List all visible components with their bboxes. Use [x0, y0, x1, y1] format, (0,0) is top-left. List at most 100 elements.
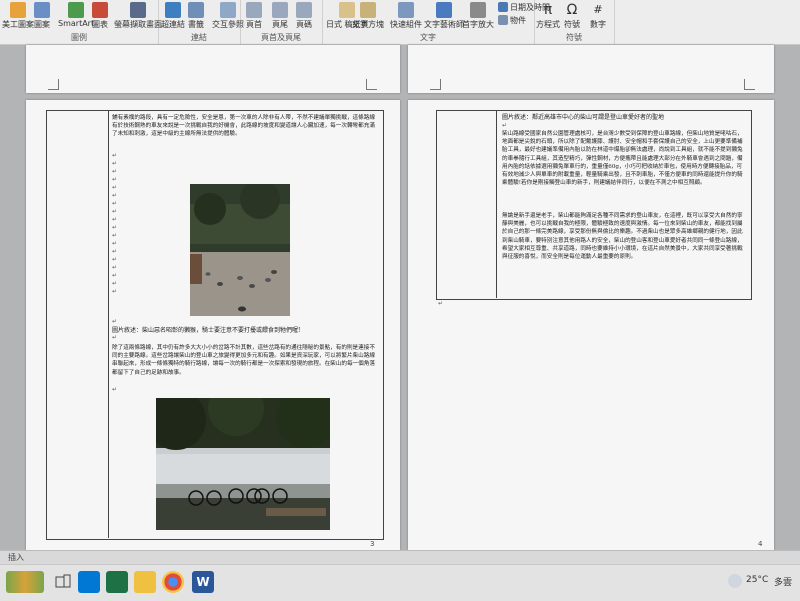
hyperlink-button[interactable]: 超連結	[161, 2, 185, 30]
symbol-label: 符號	[564, 20, 580, 29]
bookmark-icon	[188, 2, 204, 18]
equation-label: 方程式	[536, 20, 560, 29]
quick-parts-icon	[398, 2, 414, 18]
margin-mark	[48, 79, 59, 90]
group-label-illustrations: 圖例	[71, 33, 87, 42]
page-number-button[interactable]: 頁碼	[296, 2, 312, 30]
pi-icon: π	[543, 2, 553, 18]
ribbon-group-header-footer: 頁首 頁尾 頁碼 頁首及頁尾	[240, 0, 323, 44]
ribbon-group-links: 超連結 書籤 交互參照 連結	[158, 0, 244, 44]
chart-icon	[92, 2, 108, 18]
insert-mode-indicator[interactable]: 插入	[8, 552, 24, 563]
task-view-graphic	[55, 574, 71, 588]
paragraph-route-intro[interactable]: 鋪有素樸的路段，具有一定危險性，安全是恩，第一次車的人除非有人帶，不然不建議單獨…	[112, 114, 376, 139]
header-icon	[246, 2, 262, 18]
ribbon-group-symbols: π 方程式 Ω 符號 # 數字 符號	[534, 0, 615, 44]
page-number-label: 頁碼	[296, 20, 312, 29]
previous-page-right-bottom[interactable]	[408, 45, 774, 93]
excel-icon[interactable]	[106, 571, 128, 593]
group-label-symbols: 符號	[566, 33, 582, 42]
wordart-button[interactable]: 文字藝術師	[424, 2, 464, 30]
screenshot-button[interactable]: 螢幕擷取畫面	[114, 2, 162, 30]
margin-mark	[744, 79, 755, 90]
clipart-label: 美工圖案	[2, 20, 34, 29]
symbol-button[interactable]: Ω 符號	[564, 2, 580, 30]
paragraph-for-everyone[interactable]: 無論是新手還是老手，柴山都能夠滿足各種不同需求的登山車友，在這裡，既可以享受大自…	[502, 212, 746, 261]
table-column-divider	[108, 110, 109, 538]
chart-label: 圖表	[92, 20, 108, 29]
footer-button[interactable]: 頁尾	[272, 2, 288, 30]
weather-condition[interactable]: 多雲	[774, 575, 792, 588]
drop-cap-button[interactable]: 首字放大	[462, 2, 494, 30]
table-column-divider	[496, 110, 497, 298]
calendar-icon	[498, 2, 508, 12]
document-page-3[interactable]: 鋪有素樸的路段，具有一定危險性，安全是恩，第一次車的人除非有人帶，不然不建議單獨…	[26, 100, 400, 550]
previous-page-left-bottom[interactable]	[26, 45, 400, 93]
file-explorer-icon[interactable]	[134, 571, 156, 593]
drop-cap-label: 首字放大	[462, 20, 494, 29]
taskbar: W 25°C 多雲	[0, 564, 800, 601]
status-bar: 插入	[0, 550, 800, 565]
caption-monkey-warning[interactable]: 圖片敘述：柴山惡名昭彰的獺猴，騎士要注意不要打擾或餵食到牠們喔!	[112, 325, 376, 334]
caption-chaishan-holy-land[interactable]: 圖片敘述：鄰近高雄市中心的柴山可謂是登山車愛好者的聖地	[502, 112, 746, 121]
drop-cap-icon	[470, 2, 486, 18]
paragraph-mark: ↵	[438, 300, 444, 307]
paragraph-marks: ↵ ↵ ↵ ↵ ↵ ↵ ↵ ↵ ↵ ↵ ↵ ↵ ↵ ↵ ↵ ↵ ↵ ↵	[112, 152, 118, 295]
group-label-links: 連結	[191, 33, 207, 42]
margin-mark	[366, 79, 377, 90]
number-icon: #	[593, 3, 603, 16]
cross-reference-icon	[220, 2, 236, 18]
paragraph-mark: ↵	[112, 318, 118, 325]
hyperlink-label: 超連結	[161, 20, 185, 29]
document-page-4[interactable]: 圖片敘述：鄰近高雄市中心的柴山可謂是登山車愛好者的聖地 ↵ 柴山路線受國家自然公…	[408, 100, 774, 550]
header-button[interactable]: 頁首	[246, 2, 262, 30]
document-workspace[interactable]: 鋪有素樸的路段，具有一定危險性，安全是恩，第一次車的人除非有人帶，不然不建議單獨…	[0, 45, 800, 550]
paragraph-mark: ↵	[112, 386, 118, 393]
ribbon-group-illustrations: 美工圖案 圖案 SmartArt 圖表 螢幕擷取畫面 圖例	[0, 0, 162, 44]
quick-parts-label: 快速組件	[390, 20, 422, 29]
quick-parts-button[interactable]: 快速組件	[390, 2, 422, 30]
store-icon[interactable]	[78, 571, 100, 593]
clipart-button[interactable]: 美工圖案	[2, 2, 34, 30]
textbox-menu-button[interactable]: 文字方塊	[352, 2, 384, 30]
object-label: 物件	[510, 16, 526, 25]
page-number-4: 4	[758, 540, 763, 548]
number-label: 數字	[590, 20, 606, 29]
number-button[interactable]: # 數字	[590, 2, 606, 30]
textbox-menu-label: 文字方塊	[352, 20, 384, 29]
equation-button[interactable]: π 方程式	[536, 2, 560, 30]
weather-cloud-icon	[728, 574, 742, 588]
object-button[interactable]: 物件	[498, 15, 526, 26]
chrome-icon[interactable]	[162, 571, 184, 593]
word-icon[interactable]: W	[192, 571, 214, 593]
paragraph-mark: ↵	[502, 122, 508, 129]
paragraph-route-approval[interactable]: 柴山路線受國家自然公園管理處核可，是台灣少數受到保障的登山車路線，但柴山地質是咾…	[502, 130, 746, 187]
smartart-button[interactable]: SmartArt	[58, 2, 94, 28]
chart-button[interactable]: 圖表	[92, 2, 108, 30]
bookmark-label: 書籤	[188, 20, 204, 29]
weather-widget-icon[interactable]	[6, 571, 44, 593]
wordart-label: 文字藝術師	[424, 20, 464, 29]
shapes-button[interactable]: 圖案	[34, 2, 50, 30]
clipart-icon	[10, 2, 26, 18]
page-number-3: 3	[370, 540, 375, 548]
ribbon: 美工圖案 圖案 SmartArt 圖表 螢幕擷取畫面 圖例 超連結 書籤 交互參…	[0, 0, 800, 45]
header-label: 頁首	[246, 20, 262, 29]
smartart-icon	[68, 2, 85, 18]
task-view-icon[interactable]	[52, 571, 74, 593]
paragraph-side-trails[interactable]: 除了這兩條路線，其中仍有許多大大小小的岔路不計其數，這些岔路有的通往隱秘的景點，…	[112, 344, 376, 377]
photo-bikes-city-view[interactable]	[156, 398, 330, 530]
page-number-icon	[296, 2, 312, 18]
footer-icon	[272, 2, 288, 18]
paragraph-mark: ↵	[112, 334, 118, 341]
shapes-label: 圖案	[34, 20, 50, 29]
screenshot-icon	[130, 2, 146, 18]
bikes-photo-graphic	[156, 398, 330, 530]
group-label-header-footer: 頁首及頁尾	[261, 33, 301, 42]
temperature-readout[interactable]: 25°C	[746, 575, 768, 585]
smartart-label: SmartArt	[58, 19, 95, 28]
group-label-text: 文字	[420, 33, 436, 42]
object-icon	[498, 15, 508, 25]
bookmark-button[interactable]: 書籤	[188, 2, 204, 30]
photo-birds-on-ground[interactable]	[190, 184, 290, 316]
